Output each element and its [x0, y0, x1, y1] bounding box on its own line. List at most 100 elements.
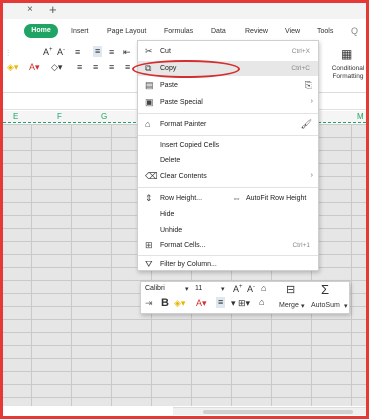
menu-item-label: Unhide [160, 227, 183, 234]
menu-item-filter-by-column[interactable]: ⛛ Filter by Column... [138, 257, 318, 272]
font-color-icon[interactable]: A▾ [29, 63, 40, 72]
indent-icon[interactable]: ⇥ [145, 299, 153, 308]
paste-options-icon[interactable]: ⎘ [305, 80, 312, 91]
tab-tools[interactable]: Tools [317, 28, 333, 35]
scrollbar-thumb[interactable] [203, 410, 353, 414]
autofit-icon: ⇔ [232, 193, 241, 203]
font-name-select[interactable]: Calibri [145, 285, 189, 296]
chevron-down-icon[interactable]: ▾ [301, 302, 305, 310]
menu-item-label: Row Height... [160, 195, 203, 202]
chevron-down-icon[interactable]: ▾ [231, 299, 236, 308]
increase-font-icon[interactable]: A+ [43, 47, 53, 57]
menu-item-label: Delete [160, 157, 181, 164]
column-header-m[interactable]: M [357, 112, 364, 121]
paste-special-icon: ▣ [145, 97, 154, 107]
menu-item-label: Filter by Column... [160, 261, 217, 268]
bold-button[interactable]: B [161, 298, 169, 309]
merge-icon[interactable]: ⊟ [286, 285, 295, 296]
tab-insert[interactable]: Insert [71, 28, 89, 35]
menu-divider [138, 187, 318, 188]
tab-formulas[interactable]: Formulas [164, 28, 193, 35]
tab-view[interactable]: View [285, 28, 300, 35]
tab-page-layout[interactable]: Page Layout [107, 28, 146, 35]
menu-item-format-cells[interactable]: ⊞ Format Cells... Ctrl+1 [138, 238, 318, 253]
filter-icon: ⛛ [145, 259, 153, 269]
align-center-icon[interactable]: ≡ [216, 297, 226, 308]
menu-item-paste-special[interactable]: ▣ Paste Special › [138, 95, 318, 110]
tab-home[interactable]: Home [24, 24, 58, 38]
menu-item-label: Paste [160, 82, 178, 89]
format-painter-icon[interactable]: ⌂ [259, 298, 264, 307]
menu-item-format-painter[interactable]: ⌂ Format Painter 🖌 [138, 117, 318, 132]
merge-button[interactable]: Merge [279, 302, 299, 309]
menu-item-paste[interactable]: ▤ Paste ⎘ [138, 78, 318, 93]
cut-icon: ✂ [145, 46, 153, 56]
conditional-formatting-icon[interactable]: ▦ [341, 48, 352, 60]
search-icon[interactable]: Q [351, 26, 358, 36]
fill-color-icon[interactable]: ◈▾ [7, 63, 18, 72]
menu-item-clear-contents[interactable]: ⌫ Clear Contents › [138, 169, 318, 184]
row-height-icon: ⇕ [145, 193, 153, 203]
menu-item-label: Hide [160, 211, 175, 218]
document-tab-strip: × + [3, 3, 366, 19]
format-painter-icon: ⌂ [145, 119, 151, 129]
menu-item-cut[interactable]: ✂ Cut Ctrl+X [138, 44, 318, 59]
chevron-down-icon[interactable]: ▾ [344, 302, 348, 310]
menu-shortcut: Ctrl+X [291, 48, 310, 55]
chevron-right-icon: › [310, 98, 313, 105]
align-left-text-icon[interactable]: ≡ [77, 63, 82, 72]
menu-item-autofit-row-height[interactable]: ⇔ AutoFit Row Height [230, 191, 318, 206]
justify-icon[interactable]: ≡ [125, 63, 130, 72]
chevron-down-icon[interactable]: ▾ [221, 285, 225, 293]
align-bottom-icon[interactable]: ≡ [109, 48, 114, 57]
conditional-formatting-label[interactable]: Conditional Formatting [328, 65, 366, 81]
align-top-icon[interactable]: ≡ [75, 48, 80, 57]
menu-item-delete[interactable]: Delete [138, 153, 318, 168]
column-header-f[interactable]: F [57, 112, 62, 121]
menu-item-label: AutoFit Row Height [246, 195, 307, 202]
indent-icon[interactable]: ⇤ [123, 48, 131, 57]
decrease-font-icon[interactable]: A- [247, 284, 255, 294]
close-icon[interactable]: × [27, 4, 33, 15]
fill-color-icon[interactable]: ◈▾ [174, 299, 185, 308]
menu-item-label: Format Painter [160, 121, 207, 128]
menu-divider [138, 255, 318, 256]
column-header-e[interactable]: E [13, 112, 18, 121]
decrease-font-icon[interactable]: A- [57, 47, 65, 57]
tab-review[interactable]: Review [245, 28, 268, 35]
format-cells-icon: ⊞ [145, 240, 153, 250]
align-right-text-icon[interactable]: ≡ [109, 63, 114, 72]
column-header-g[interactable]: G [101, 112, 107, 121]
menu-shortcut: Ctrl+C [291, 65, 310, 72]
chevron-down-icon[interactable]: ▾ [185, 285, 189, 293]
chevron-right-icon: › [310, 172, 313, 179]
menu-divider [138, 135, 318, 136]
new-tab-icon[interactable]: + [49, 3, 57, 17]
menu-item-label: Insert Copied Cells [160, 142, 220, 149]
paste-icon: ▤ [145, 80, 154, 90]
menu-item-hide[interactable]: Hide [138, 207, 318, 222]
autosum-button[interactable]: AutoSum [311, 302, 340, 309]
copy-highlight-annotation [132, 60, 240, 78]
align-middle-icon[interactable]: ≡ [93, 46, 103, 57]
eraser-icon[interactable]: ◇▾ [51, 63, 62, 72]
horizontal-scrollbar[interactable] [173, 407, 366, 415]
paintbrush-icon[interactable]: 🖌 [301, 119, 312, 130]
menu-item-label: Format Cells... [160, 242, 206, 249]
align-left-icon[interactable]: ⫶ [7, 49, 9, 58]
borders-icon[interactable]: ⊞▾ [238, 299, 250, 308]
mini-toolbar: Calibri ▾ 11 ▾ A+ A- ⌂ ⇥ B ◈▾ A▾ ≡ ▾ ⊞▾ … [140, 281, 350, 314]
menu-item-label: Clear Contents [160, 173, 207, 180]
align-center-text-icon[interactable]: ≡ [93, 63, 98, 72]
menu-divider [138, 113, 318, 114]
menu-item-unhide[interactable]: Unhide [138, 223, 318, 238]
eraser-icon[interactable]: ⌂ [261, 284, 266, 293]
menu-item-insert-copied-cells[interactable]: Insert Copied Cells [138, 138, 318, 153]
app-window: × + Home Insert Page Layout Formulas Dat… [3, 3, 366, 416]
increase-font-icon[interactable]: A+ [233, 284, 243, 294]
font-color-icon[interactable]: A▾ [196, 299, 207, 308]
menu-item-label: Paste Special [160, 99, 203, 106]
tab-data[interactable]: Data [211, 28, 226, 35]
menu-item-label: Cut [160, 48, 171, 55]
autosum-icon[interactable]: Σ [321, 283, 329, 296]
